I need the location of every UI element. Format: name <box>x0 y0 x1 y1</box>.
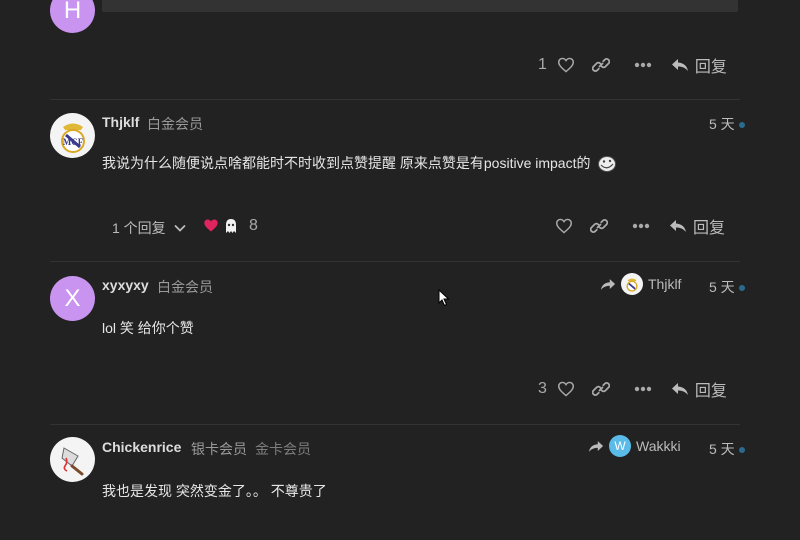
avatar[interactable] <box>50 437 95 482</box>
cleaver-drawing-icon <box>60 446 83 475</box>
username[interactable]: Thjklf <box>102 114 139 130</box>
like-button[interactable] <box>549 213 579 239</box>
post-text: 我说为什么随便说点啥都能时不时收到点赞提醒 原来点赞是有positive imp… <box>102 155 591 171</box>
unread-dot <box>738 447 745 454</box>
code-block-bottom <box>102 0 738 12</box>
post-divider <box>50 99 740 100</box>
post-body: lol 笑 给你个赞 <box>102 320 194 336</box>
post-divider <box>50 424 740 425</box>
ellipsis-icon <box>634 62 652 68</box>
avatar[interactable]: H <box>50 0 95 33</box>
replies-label: 1 个回复 <box>112 220 166 236</box>
svg-text:MCF: MCF <box>62 137 83 147</box>
real-madrid-crest-icon: MCF <box>60 123 85 153</box>
troll-face-emoji-icon <box>598 156 617 173</box>
link-icon <box>590 219 608 233</box>
date-text: 5 天 <box>709 279 735 295</box>
ellipsis-icon <box>634 386 652 392</box>
reply-icon <box>671 383 688 395</box>
post-actions: 回复 <box>549 213 725 239</box>
post-date[interactable]: 5 天 <box>709 439 745 459</box>
post-body: 我也是发现 突然变金了。。 不尊贵了 <box>102 483 327 499</box>
share-arrow-icon <box>588 440 604 452</box>
username[interactable]: Chickenrice <box>102 439 181 455</box>
real-madrid-crest-icon <box>626 278 638 292</box>
reply-button[interactable]: 回复 <box>669 214 725 238</box>
reply-to-link[interactable]: W Wakkki <box>588 435 681 457</box>
ghost-reaction-icon <box>223 218 239 234</box>
reactions[interactable]: 8 <box>203 217 258 235</box>
date-text: 5 天 <box>709 116 735 132</box>
avatar[interactable]: MCF <box>50 113 95 158</box>
mouse-cursor-icon <box>438 289 450 307</box>
reply-to-avatar <box>621 273 643 295</box>
heart-icon <box>557 381 574 397</box>
username[interactable]: xyxyxy <box>102 277 149 293</box>
more-button[interactable] <box>621 376 665 402</box>
date-text: 5 天 <box>709 441 735 457</box>
post-actions: 1 回复 <box>538 52 727 78</box>
unread-dot <box>738 122 745 129</box>
link-icon <box>591 58 610 72</box>
reply-label: 回复 <box>693 220 726 237</box>
user-title: 白金会员 <box>147 116 203 132</box>
share-arrow-icon <box>600 278 616 290</box>
like-button[interactable] <box>551 376 581 402</box>
reaction-count: 8 <box>249 217 258 234</box>
copy-link-button[interactable] <box>581 376 621 402</box>
user-title-secondary: 金卡会员 <box>255 441 311 457</box>
post-divider <box>50 261 740 262</box>
reply-icon <box>671 59 688 71</box>
more-button[interactable] <box>619 213 663 239</box>
ellipsis-icon <box>632 223 650 229</box>
chevron-down-icon <box>174 224 186 232</box>
post-date[interactable]: 5 天 <box>709 277 745 297</box>
link-icon <box>591 382 610 396</box>
like-count: 3 <box>538 380 547 397</box>
post-body: 我说为什么随便说点啥都能时不时收到点赞提醒 原来点赞是有positive imp… <box>102 153 617 173</box>
post-actions: 3 回复 <box>538 376 727 402</box>
reply-to-username: Wakkki <box>636 438 681 454</box>
reply-button[interactable]: 回复 <box>671 53 727 77</box>
avatar[interactable]: X <box>50 276 95 321</box>
reply-to-username: Thjklf <box>648 276 682 292</box>
heart-icon <box>555 218 573 234</box>
like-count: 1 <box>538 56 547 73</box>
more-button[interactable] <box>621 52 665 78</box>
unread-dot <box>738 285 745 292</box>
reply-icon <box>670 220 686 232</box>
copy-link-button[interactable] <box>579 213 619 239</box>
post-date[interactable]: 5 天 <box>709 114 745 134</box>
reply-label: 回复 <box>694 383 727 400</box>
reply-button[interactable]: 回复 <box>671 377 727 401</box>
heart-reaction-icon <box>203 218 219 234</box>
user-title: 银卡会员 <box>191 441 247 457</box>
user-title: 白金会员 <box>157 279 213 295</box>
reply-label: 回复 <box>694 59 727 76</box>
reply-to-link[interactable]: Thjklf <box>600 273 681 295</box>
reply-to-avatar: W <box>609 435 631 457</box>
like-button[interactable] <box>551 52 581 78</box>
heart-icon <box>557 57 574 73</box>
copy-link-button[interactable] <box>581 52 621 78</box>
replies-toggle[interactable]: 1 个回复 <box>112 218 186 238</box>
